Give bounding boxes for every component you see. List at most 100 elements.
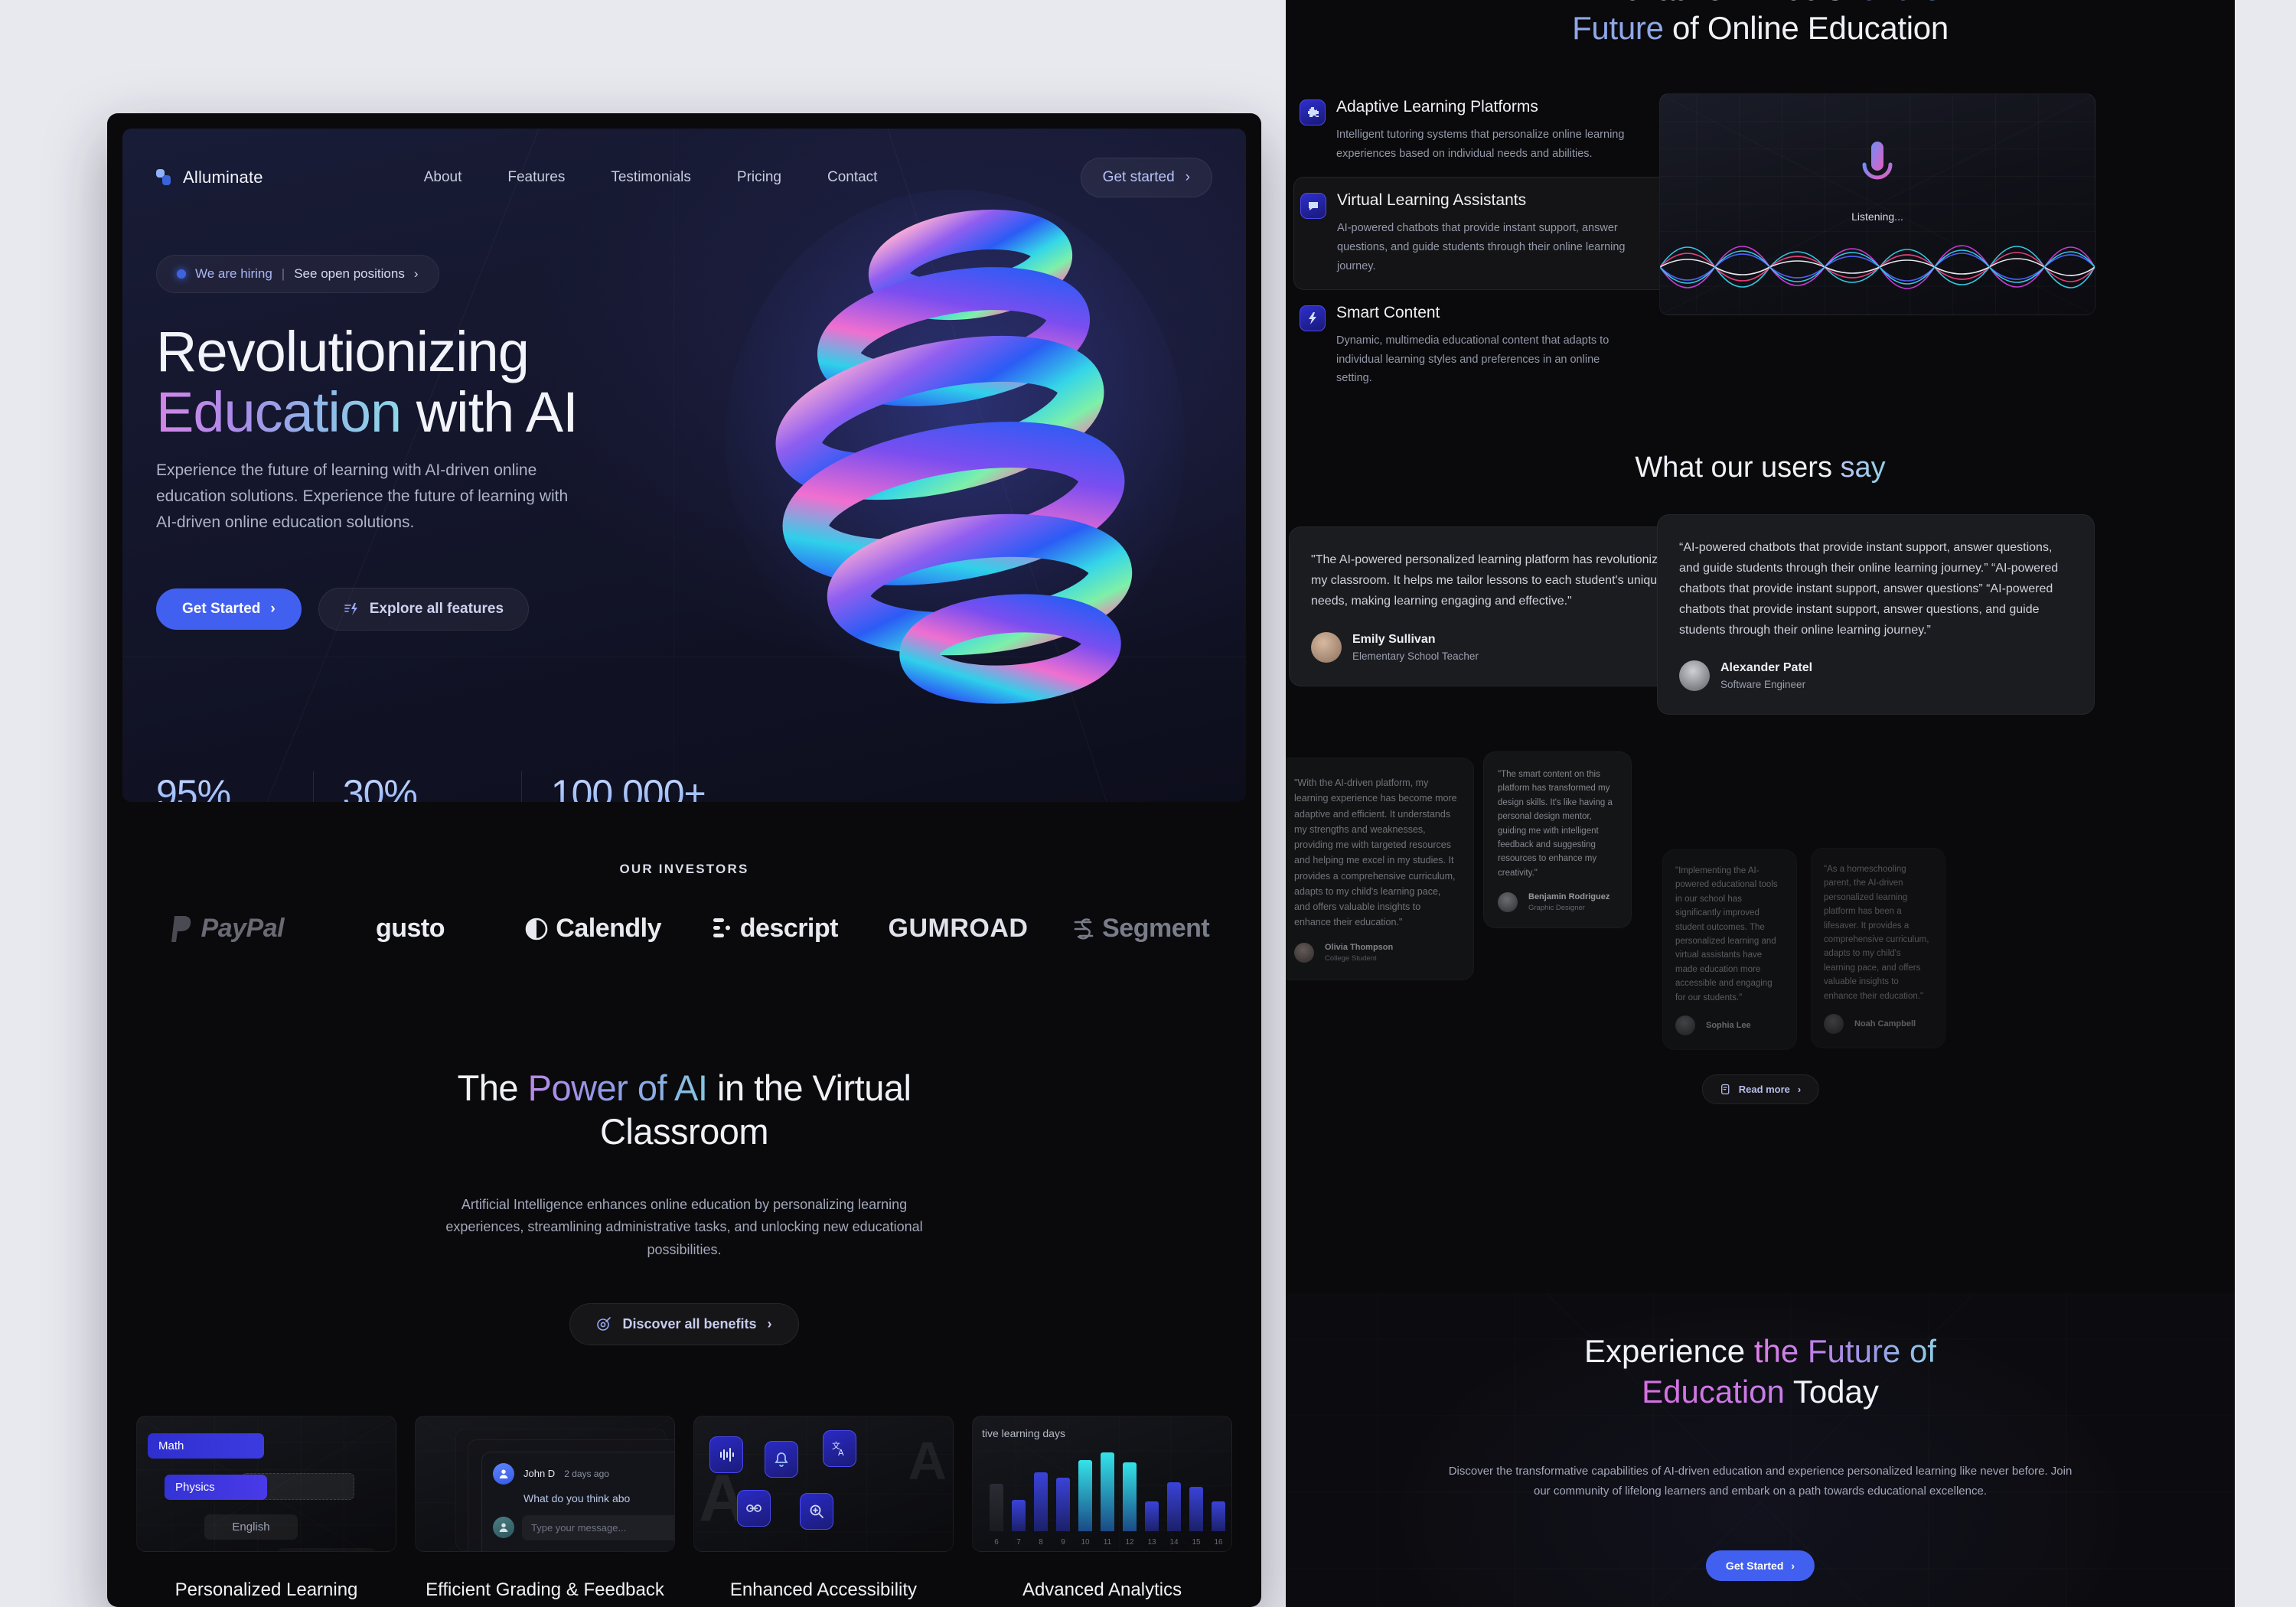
avatar: [1679, 660, 1710, 692]
cta-heading-accent1: the Future of: [1753, 1333, 1936, 1369]
nav-link-features[interactable]: Features: [507, 169, 565, 186]
testimonial-quote: "With the AI-driven platform, my learnin…: [1294, 777, 1457, 928]
feature-card-enhanced-accessibility[interactable]: A A 文A Enhanced Accessibility: [693, 1415, 954, 1607]
testimonials-heading-accent: say: [1840, 451, 1886, 484]
bell-icon[interactable]: [765, 1440, 798, 1478]
testimonial-quote: "Implementing the AI-powered educational…: [1675, 866, 1778, 1002]
bar-chart-tick-label: 16: [1214, 1537, 1223, 1547]
subject-chip-math[interactable]: Math: [148, 1433, 264, 1459]
chevron-right-icon: ›: [767, 1315, 772, 1332]
testimonial-author: Sophia Lee: [1675, 1015, 1784, 1035]
investor-logo-gusto: gusto: [319, 914, 502, 944]
feature-list-item-smart-content[interactable]: Smart Content Dynamic, multimedia educat…: [1293, 290, 1676, 402]
hero-section: Alluminate About Features Testimonials P…: [122, 129, 1246, 802]
hero-explore-features-button[interactable]: Explore all features: [318, 588, 530, 631]
testimonial-card: "The AI-powered personalized learning pl…: [1289, 526, 1702, 686]
sparkle-lightning-icon: [344, 603, 357, 615]
bar-chart-tick-label: 15: [1192, 1537, 1201, 1547]
feature-card-advanced-analytics[interactable]: tive learning days 6 7 8 9 10 11 12 13 14 15 16 Ad…: [972, 1415, 1232, 1607]
bar-chart-bar: [1012, 1499, 1026, 1531]
lightning-bolt-icon: [1300, 305, 1326, 332]
audio-waveform-visual: [1660, 245, 2095, 289]
discover-benefits-button[interactable]: Discover all benefits ›: [569, 1302, 799, 1345]
testimonial-role: Graphic Designer: [1528, 904, 1585, 913]
investor-name: PayPal: [201, 914, 285, 943]
stat-item: 95% Personalization accuracy: [156, 771, 314, 802]
power-heading-pre: The: [457, 1068, 528, 1108]
hiring-badge[interactable]: We are hiring | See open positions ›: [156, 255, 439, 293]
testimonial-card: "The smart content on this platform has …: [1483, 751, 1632, 929]
subject-chip-english[interactable]: English: [204, 1514, 298, 1540]
ai-tools-heading-pre: Innovative AI Tools: [1580, 0, 1851, 7]
cta-heading: Experience the Future of Education Today: [1286, 1332, 2235, 1412]
feature-card-personalized-learning[interactable]: . Math Physics English Psychology Person…: [136, 1415, 396, 1607]
feature-card-title: Efficient Grading & Feedback: [426, 1579, 664, 1600]
logo-mark-icon: [156, 169, 173, 186]
testimonial-quote: “AI-powered chatbots that provide instan…: [1679, 541, 2059, 637]
nav-link-testimonials[interactable]: Testimonials: [611, 169, 691, 186]
bar-chart-bar: [1034, 1472, 1048, 1531]
ai-tools-heading-accent1: for the: [1851, 0, 1941, 7]
power-heading-accent: Power of AI: [527, 1068, 708, 1108]
hero-stats: 95% Personalization accuracy 30% Learnin…: [156, 771, 764, 802]
bar-chart-tick-label: 10: [1081, 1537, 1090, 1547]
cta-get-started-label: Get Started: [1725, 1560, 1784, 1572]
feature-list-desc: Intelligent tutoring systems that person…: [1336, 129, 1625, 160]
chat-message-input[interactable]: Type your message...: [522, 1514, 674, 1540]
translate-icon[interactable]: 文A: [823, 1429, 856, 1467]
subject-chip-physics[interactable]: Physics: [165, 1474, 267, 1500]
discover-benefits-label: Discover all benefits: [622, 1315, 757, 1332]
chat-thread-visual: John D 2 days ago What do you think abo …: [415, 1415, 675, 1552]
feature-list-item-virtual-assistants[interactable]: Virtual Learning Assistants AI-powered c…: [1293, 177, 1676, 291]
hiring-badge-secondary: See open positions: [294, 266, 405, 281]
feature-card-title: Enhanced Accessibility: [729, 1579, 918, 1600]
subject-chip-psychology[interactable]: Psychology: [278, 1547, 376, 1551]
bar-chart-bar: [1056, 1477, 1070, 1531]
hiring-badge-primary: We are hiring: [195, 266, 272, 281]
brand-logo[interactable]: Alluminate: [156, 168, 263, 187]
read-more-button[interactable]: Read more ›: [1701, 1074, 1819, 1104]
audio-waveform-icon[interactable]: [709, 1436, 743, 1473]
testimonials-heading-pre: What our users: [1635, 451, 1841, 484]
chat-timestamp: 2 days ago: [564, 1468, 609, 1479]
investor-logo-gumroad: GUMROAD: [867, 914, 1050, 944]
investor-name: Segment: [1102, 914, 1210, 943]
chat-user-name: John D: [523, 1468, 556, 1480]
hiring-badge-separator: |: [281, 266, 285, 281]
avatar: [1498, 892, 1518, 913]
accessibility-tiles-visual: A A 文A: [693, 1415, 954, 1552]
bar-chart-tick-label: 11: [1103, 1537, 1112, 1547]
investor-name: GUMROAD: [888, 914, 1029, 943]
power-of-ai-section: The Power of AI in the Virtual Classroom…: [107, 1066, 1261, 1345]
feature-card-efficient-grading[interactable]: John D 2 days ago What do you think abo …: [415, 1415, 675, 1607]
voice-assistant-visual: Listening...: [1659, 93, 2095, 315]
chevron-right-icon: ›: [270, 601, 276, 617]
paypal-icon: [171, 915, 191, 942]
ai-tools-feature-list: Adaptive Learning Platforms Intelligent …: [1293, 84, 1676, 402]
investor-name: Calendly: [556, 914, 662, 943]
zoom-magnifier-icon[interactable]: [800, 1492, 833, 1530]
cta-get-started-button[interactable]: Get Started ›: [1705, 1550, 1815, 1581]
investor-logo-segment: Segment: [1049, 914, 1232, 944]
brand-name: Alluminate: [183, 168, 263, 187]
cta-heading-pre: Experience: [1584, 1333, 1754, 1369]
nav-link-about[interactable]: About: [424, 169, 462, 186]
feature-list-item-adaptive-learning[interactable]: Adaptive Learning Platforms Intelligent …: [1293, 84, 1676, 177]
hero-get-started-button[interactable]: Get Started ›: [156, 588, 302, 630]
power-heading: The Power of AI in the Virtual Classroom: [416, 1066, 952, 1154]
document-icon: [1721, 1084, 1730, 1095]
captions-icon[interactable]: [737, 1489, 771, 1527]
testimonial-card: "With the AI-driven platform, my learnin…: [1286, 758, 1474, 980]
testimonial-author: Olivia Thompson College Student: [1294, 942, 1458, 963]
hero-heading-tail: with AI: [401, 380, 579, 445]
puzzle-piece-icon: [1300, 99, 1326, 125]
hero-get-started-label: Get Started: [182, 601, 261, 617]
ai-tools-heading-accent2: Future: [1572, 10, 1664, 47]
segment-icon: [1074, 918, 1094, 939]
listening-status-label: Listening...: [1851, 210, 1903, 223]
testimonial-card: "Implementing the AI-powered educational…: [1662, 849, 1797, 1050]
iridescent-spiral-3d-render: [726, 190, 1185, 704]
stat-item: 100.000+ Active users utilizing the plat…: [551, 771, 735, 802]
stat-value: 95%: [156, 771, 284, 802]
hero-cta-group: Get Started › Explore all features: [156, 588, 530, 631]
